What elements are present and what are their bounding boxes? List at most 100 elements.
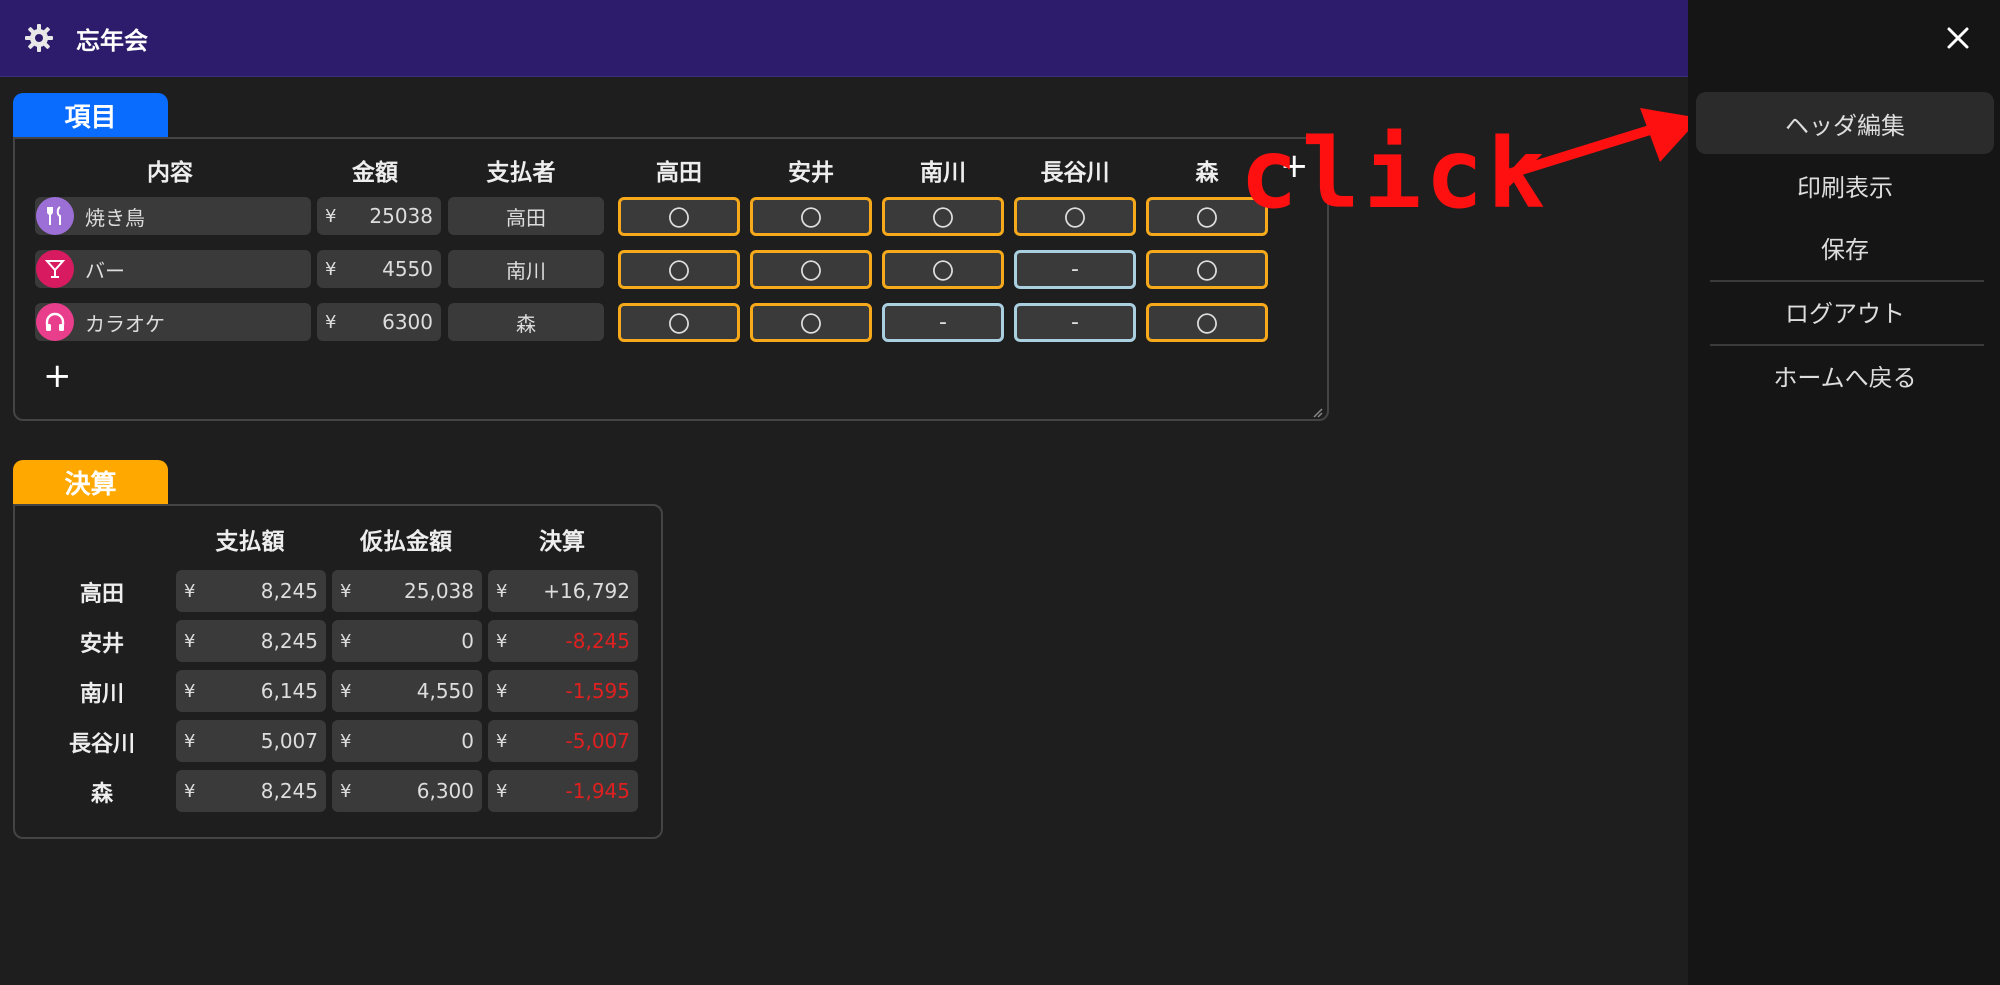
menu-logout[interactable]: ログアウト bbox=[1696, 280, 1994, 342]
advance-amount: 25,038 bbox=[404, 579, 474, 603]
menu-go-home[interactable]: ホームへ戻る bbox=[1696, 344, 1994, 406]
yen-symbol: ¥ bbox=[184, 780, 196, 802]
settle-value: ¥ -1,945 bbox=[488, 770, 638, 812]
item-name-field[interactable]: 焼き鳥 bbox=[35, 197, 311, 235]
item-payer-select[interactable]: 高田 bbox=[448, 197, 604, 235]
gear-icon[interactable] bbox=[22, 21, 56, 55]
menu-edit-header[interactable]: ヘッダ編集 bbox=[1696, 92, 1994, 154]
advance-amount: 6,300 bbox=[416, 779, 474, 803]
yen-symbol: ¥ bbox=[184, 730, 196, 752]
share-toggle[interactable]: - bbox=[1014, 250, 1136, 289]
yen-symbol: ¥ bbox=[325, 311, 337, 333]
side-menu: ヘッダ編集 印刷表示 保存 ログアウト ホームへ戻る bbox=[1688, 0, 2000, 985]
paid-amount: 5,007 bbox=[260, 729, 318, 753]
menu-print-view[interactable]: 印刷表示 bbox=[1696, 154, 1994, 216]
close-icon[interactable] bbox=[1940, 20, 1976, 56]
yen-symbol: ¥ bbox=[496, 730, 508, 752]
share-toggle[interactable]: 〇 bbox=[750, 250, 872, 289]
header-member[interactable]: 高田 bbox=[618, 153, 740, 187]
item-amount: 6300 bbox=[382, 310, 433, 334]
item-amount-field[interactable]: ¥ 4550 bbox=[317, 250, 441, 288]
yen-symbol: ¥ bbox=[340, 730, 352, 752]
advance-value: ¥4,550 bbox=[332, 670, 482, 712]
share-toggle[interactable]: 〇 bbox=[750, 303, 872, 342]
header-member[interactable]: 長谷川 bbox=[1014, 153, 1136, 187]
item-name-field[interactable]: バー bbox=[35, 250, 311, 288]
item-name: バー bbox=[85, 258, 125, 283]
item-amount-field[interactable]: ¥ 6300 bbox=[317, 303, 441, 341]
paid-value: ¥5,007 bbox=[176, 720, 326, 762]
header-content: 内容 bbox=[147, 160, 193, 186]
settle-value: ¥ -8,245 bbox=[488, 620, 638, 662]
utensils-icon[interactable] bbox=[36, 197, 74, 235]
settlement-panel: 支払額 仮払金額 決算 高田 ¥8,245 ¥25,038 ¥ +16,792 安… bbox=[13, 504, 663, 839]
item-amount: 25038 bbox=[369, 204, 433, 228]
settlement-section-tab: 決算 bbox=[13, 460, 168, 504]
header-payer: 支払者 bbox=[486, 160, 556, 186]
yen-symbol: ¥ bbox=[184, 630, 196, 652]
share-toggle[interactable]: 〇 bbox=[618, 197, 740, 236]
share-toggle[interactable]: 〇 bbox=[1146, 250, 1268, 289]
share-toggle[interactable]: 〇 bbox=[618, 303, 740, 342]
yen-symbol: ¥ bbox=[496, 680, 508, 702]
header-member[interactable]: 安井 bbox=[750, 153, 872, 187]
item-name: カラオケ bbox=[85, 311, 165, 336]
yen-symbol: ¥ bbox=[340, 630, 352, 652]
share-toggle[interactable]: 〇 bbox=[1014, 197, 1136, 236]
item-payer-select[interactable]: 森 bbox=[448, 303, 604, 341]
share-toggle[interactable]: 〇 bbox=[882, 197, 1004, 236]
advance-value: ¥6,300 bbox=[332, 770, 482, 812]
add-row-button[interactable]: + bbox=[43, 359, 72, 393]
page-title: 忘年会 bbox=[76, 26, 148, 55]
item-amount: 4550 bbox=[382, 257, 433, 281]
yen-symbol: ¥ bbox=[340, 780, 352, 802]
yen-symbol: ¥ bbox=[184, 580, 196, 602]
settle-amount: -8,245 bbox=[565, 629, 630, 653]
share-toggle[interactable]: 〇 bbox=[882, 250, 1004, 289]
items-section-tab: 項目 bbox=[13, 93, 168, 137]
item-name-field[interactable]: カラオケ bbox=[35, 303, 311, 341]
settle-value: ¥ -1,595 bbox=[488, 670, 638, 712]
menu-save[interactable]: 保存 bbox=[1696, 216, 1994, 278]
advance-value: ¥0 bbox=[332, 720, 482, 762]
header-amount: 金額 bbox=[352, 160, 398, 186]
annotation-arrow-icon bbox=[1500, 108, 1700, 180]
share-toggle[interactable]: 〇 bbox=[618, 250, 740, 289]
yen-symbol: ¥ bbox=[340, 580, 352, 602]
item-payer-select[interactable]: 南川 bbox=[448, 250, 604, 288]
paid-value: ¥6,145 bbox=[176, 670, 326, 712]
settle-amount: +16,792 bbox=[543, 579, 630, 603]
paid-amount: 6,145 bbox=[260, 679, 318, 703]
resize-handle-icon[interactable] bbox=[1311, 403, 1323, 418]
share-toggle[interactable]: 〇 bbox=[1146, 303, 1268, 342]
advance-value: ¥25,038 bbox=[332, 570, 482, 612]
paid-amount: 8,245 bbox=[260, 629, 318, 653]
settle-value: ¥ -5,007 bbox=[488, 720, 638, 762]
share-toggle[interactable]: - bbox=[882, 303, 1004, 342]
headphones-icon[interactable] bbox=[36, 303, 74, 341]
paid-value: ¥8,245 bbox=[176, 770, 326, 812]
member-name: 長谷川 bbox=[68, 732, 135, 757]
advance-amount: 0 bbox=[461, 729, 474, 753]
item-amount-field[interactable]: ¥ 25038 bbox=[317, 197, 441, 235]
yen-symbol: ¥ bbox=[496, 630, 508, 652]
share-toggle[interactable]: 〇 bbox=[750, 197, 872, 236]
header-paid: 支払額 bbox=[215, 529, 285, 555]
paid-amount: 8,245 bbox=[260, 779, 318, 803]
advance-amount: 0 bbox=[461, 629, 474, 653]
advance-value: ¥0 bbox=[332, 620, 482, 662]
paid-value: ¥8,245 bbox=[176, 620, 326, 662]
settle-amount: -1,945 bbox=[565, 779, 630, 803]
member-name: 高田 bbox=[79, 582, 124, 607]
header-advance: 仮払金額 bbox=[360, 529, 452, 555]
share-toggle[interactable]: - bbox=[1014, 303, 1136, 342]
cocktail-icon[interactable] bbox=[36, 250, 74, 288]
app-header: 忘年会 bbox=[0, 0, 1688, 77]
paid-value: ¥8,245 bbox=[176, 570, 326, 612]
member-name: 森 bbox=[90, 782, 113, 807]
member-name: 南川 bbox=[79, 682, 124, 707]
member-name: 安井 bbox=[79, 632, 124, 657]
header-member[interactable]: 南川 bbox=[882, 153, 1004, 187]
items-panel: 内容 金額 支払者 高田 安井 南川 長谷川 森 + 焼き鳥 ¥ 25038 高… bbox=[13, 137, 1329, 421]
settle-amount: -5,007 bbox=[565, 729, 630, 753]
